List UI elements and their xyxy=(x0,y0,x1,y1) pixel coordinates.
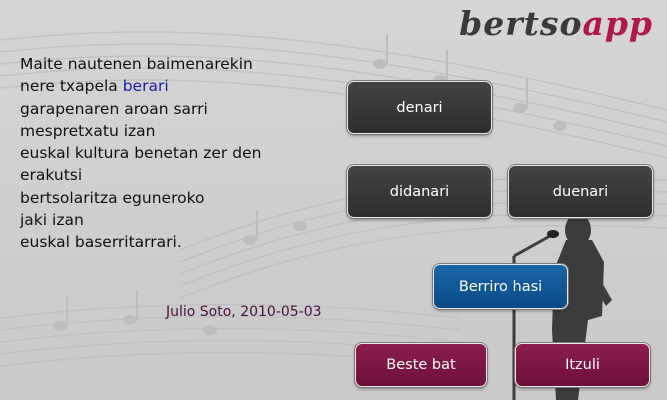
verse-line: nere txapela berari xyxy=(20,75,261,97)
verse-line: bertsolaritza eguneroko xyxy=(20,187,261,209)
logo-text-app: app xyxy=(582,4,653,43)
verse-line: euskal kultura benetan zer den xyxy=(20,142,261,164)
verse-line-text: garapenaren aroan sarri xyxy=(20,99,208,118)
verse-text: Maite nautenen baimenarekin nere txapela… xyxy=(20,53,261,254)
verse-line: jaki izan xyxy=(20,209,261,231)
verse-line: mespretxatu izan xyxy=(20,120,261,142)
verse-line-text: Maite nautenen baimenarekin xyxy=(20,55,253,73)
app-screen: bertsoapp Maite nautenen baimenarekin ne… xyxy=(0,0,667,400)
verse-author-date: Julio Soto, 2010-05-03 xyxy=(166,304,322,320)
app-logo: bertsoapp xyxy=(459,4,653,43)
verse-line: erakutsi xyxy=(20,164,261,186)
another-button[interactable]: Beste bat xyxy=(355,343,487,387)
highlighted-word: berari xyxy=(122,77,169,96)
verse-line-text: nere txapela xyxy=(20,77,123,96)
verse-line: euskal baserritarrari. xyxy=(20,231,261,253)
verse-line-text: jaki izan xyxy=(20,211,84,230)
verse-line-text: euskal baserritarrari. xyxy=(20,233,182,252)
verse-line-text: erakutsi xyxy=(20,166,83,185)
verse-line-text: bertsolaritza eguneroko xyxy=(20,188,205,207)
verse-line: garapenaren aroan sarri xyxy=(20,98,261,120)
verse-line: Maite nautenen baimenarekin xyxy=(20,53,261,75)
logo-text-bertso: bertso xyxy=(459,4,583,43)
back-button[interactable]: Itzuli xyxy=(515,343,650,387)
answer-button-didanari[interactable]: didanari xyxy=(347,165,492,218)
verse-line-text: mespretxatu izan xyxy=(20,121,156,140)
verse-line-text: euskal kultura benetan zer den xyxy=(20,144,262,163)
answer-button-denari[interactable]: denari xyxy=(347,81,492,134)
restart-button[interactable]: Berriro hasi xyxy=(433,264,568,309)
answer-button-duenari[interactable]: duenari xyxy=(508,165,653,218)
